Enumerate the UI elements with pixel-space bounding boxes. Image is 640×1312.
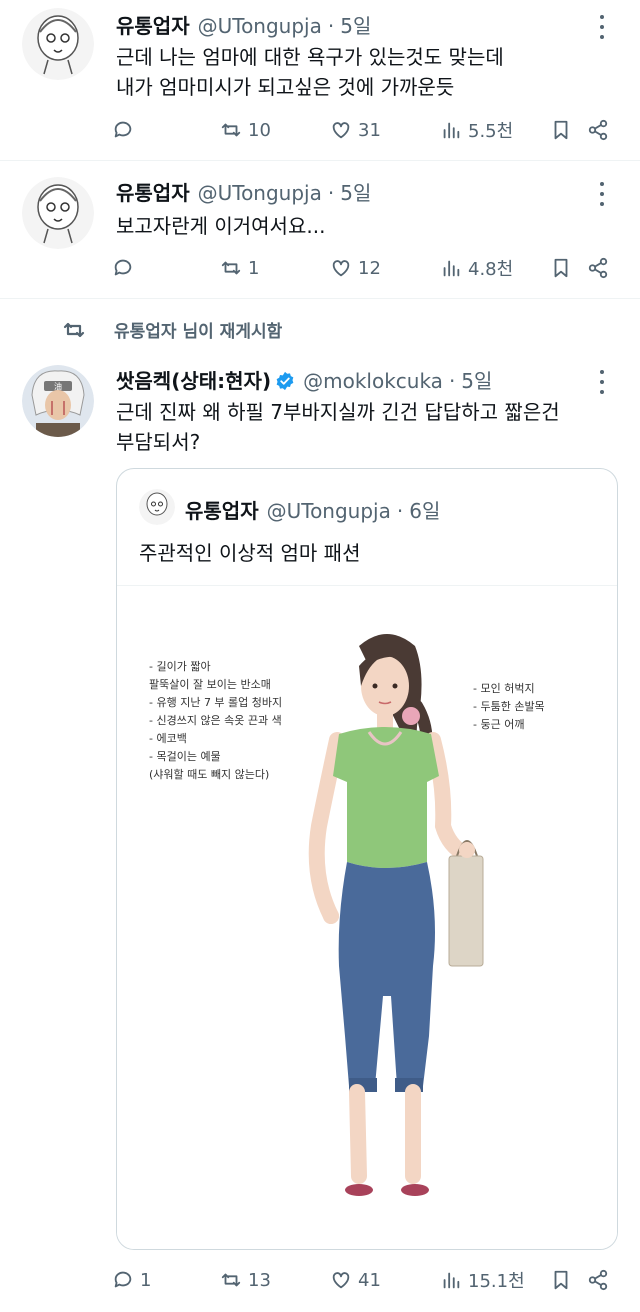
views-icon bbox=[443, 260, 460, 277]
avatar[interactable] bbox=[22, 177, 94, 249]
user-handle[interactable]: @moklokcuka bbox=[303, 369, 443, 393]
note-left-5: - 목걸이는 예물 bbox=[149, 750, 221, 763]
like-icon bbox=[332, 1272, 350, 1289]
quoted-timestamp[interactable]: 6일 bbox=[409, 495, 440, 524]
note-left-3: - 신경쓰지 않은 속옷 끈과 색 bbox=[149, 714, 282, 727]
separator-dot: · bbox=[396, 499, 404, 523]
note-left-1: 팔뚝살이 잘 보이는 반소매 bbox=[149, 678, 271, 691]
fashion-illustration bbox=[308, 634, 484, 1196]
note-left-2: - 유행 지난 7 부 롤업 청바지 bbox=[149, 696, 283, 709]
retweet-button[interactable]: 10 bbox=[220, 115, 271, 145]
quoted-display-name[interactable]: 유통업자 bbox=[185, 495, 259, 524]
reply-icon bbox=[114, 121, 132, 138]
bookmark-icon bbox=[554, 120, 568, 140]
retweet-icon bbox=[221, 123, 241, 137]
bookmark-icon bbox=[554, 258, 568, 278]
views-icon bbox=[443, 122, 460, 139]
timestamp[interactable]: 5일 bbox=[461, 365, 492, 394]
like-count: 41 bbox=[358, 1269, 381, 1291]
retweet-icon bbox=[63, 322, 85, 337]
views-button[interactable]: 15.1천 bbox=[440, 1265, 525, 1295]
retweet-button[interactable]: 13 bbox=[220, 1265, 271, 1295]
retweet-banner[interactable]: 유통업자 님이 재게시함 bbox=[62, 317, 282, 342]
like-count: 31 bbox=[358, 119, 381, 141]
user-handle[interactable]: @UTongupja bbox=[198, 181, 322, 205]
retweet-count: 1 bbox=[248, 257, 260, 279]
separator-dot: · bbox=[448, 369, 456, 393]
quoted-tweet[interactable]: 유통업자 @UTongupja · 6일 주관적인 이상적 엄마 패션 - 길이… bbox=[116, 468, 618, 1250]
share-button[interactable] bbox=[587, 253, 609, 283]
timestamp[interactable]: 5일 bbox=[340, 177, 371, 206]
retweet-icon bbox=[221, 1273, 241, 1287]
avatar[interactable]: 油 bbox=[22, 365, 94, 437]
like-button[interactable]: 31 bbox=[330, 115, 381, 145]
views-button[interactable]: 4.8천 bbox=[440, 253, 513, 283]
display-name[interactable]: 쌋음켁(상태:현자) bbox=[116, 365, 271, 394]
tweet-text: 근데 진짜 왜 하필 7부바지실까 긴건 답답하고 짧은건 부담되서? bbox=[116, 400, 560, 454]
share-button[interactable] bbox=[587, 1265, 609, 1295]
views-icon bbox=[443, 1272, 460, 1289]
reply-icon bbox=[114, 1271, 132, 1288]
like-icon bbox=[332, 122, 350, 139]
tweet-1[interactable]: 유통업자 @UTongupja · 5일 근데 나는 엄마에 대한 욕구가 있는… bbox=[0, 0, 640, 160]
reply-count: 1 bbox=[140, 1269, 152, 1291]
note-left-6: (샤워할 때도 빼지 않는다) bbox=[149, 768, 270, 781]
reply-button[interactable] bbox=[112, 115, 140, 145]
quoted-avatar[interactable] bbox=[139, 489, 175, 525]
divider bbox=[0, 298, 640, 299]
more-icon[interactable] bbox=[590, 367, 614, 397]
views-count: 4.8천 bbox=[468, 259, 514, 280]
display-name[interactable]: 유통업자 bbox=[116, 177, 190, 206]
like-count: 12 bbox=[358, 257, 381, 279]
note-left-4: - 에코백 bbox=[149, 732, 187, 745]
user-handle[interactable]: @UTongupja bbox=[198, 14, 322, 38]
tweet-text: 보고자란게 이거여서요... bbox=[116, 214, 326, 238]
verified-icon bbox=[275, 371, 295, 391]
retweet-icon bbox=[221, 261, 241, 275]
retweet-banner-text: 유통업자 님이 재게시함 bbox=[114, 322, 283, 342]
separator-dot: · bbox=[327, 181, 335, 205]
like-icon bbox=[332, 260, 350, 277]
note-left-0: - 길이가 짧아 bbox=[149, 660, 211, 673]
more-icon[interactable] bbox=[590, 12, 614, 42]
quoted-user-handle[interactable]: @UTongupja bbox=[267, 499, 391, 523]
like-button[interactable]: 41 bbox=[330, 1265, 381, 1295]
more-icon[interactable] bbox=[590, 179, 614, 209]
retweet-count: 13 bbox=[248, 1269, 271, 1291]
quoted-image[interactable]: - 길이가 짧아 팔뚝살이 잘 보이는 반소매 - 유행 지난 7 부 롤업 청… bbox=[117, 585, 617, 1249]
retweet-button[interactable]: 1 bbox=[220, 253, 259, 283]
reply-icon bbox=[114, 259, 132, 276]
display-name[interactable]: 유통업자 bbox=[116, 10, 190, 39]
tweet-text: 근데 나는 엄마에 대한 욕구가 있는것도 맞는데 내가 엄마미시가 되고싶은 … bbox=[116, 45, 504, 99]
share-icon bbox=[588, 1269, 608, 1291]
bookmark-button[interactable] bbox=[550, 115, 572, 145]
separator-dot: · bbox=[327, 14, 335, 38]
views-count: 5.5천 bbox=[468, 121, 514, 142]
like-button[interactable]: 12 bbox=[330, 253, 381, 283]
share-icon bbox=[588, 119, 608, 141]
svg-text:油: 油 bbox=[54, 381, 62, 391]
views-count: 15.1천 bbox=[468, 1271, 525, 1292]
avatar[interactable] bbox=[22, 8, 94, 80]
share-icon bbox=[588, 257, 608, 279]
bookmark-icon bbox=[554, 1270, 568, 1290]
share-button[interactable] bbox=[587, 115, 609, 145]
reply-button[interactable] bbox=[112, 253, 140, 283]
tweet-2[interactable]: 유통업자 @UTongupja · 5일 보고자란게 이거여서요... 1 12… bbox=[0, 161, 640, 298]
quoted-tweet-text: 주관적인 이상적 엄마 패션 bbox=[139, 541, 361, 565]
bookmark-button[interactable] bbox=[550, 1265, 572, 1295]
reply-button[interactable]: 1 bbox=[112, 1265, 151, 1295]
timestamp[interactable]: 5일 bbox=[340, 10, 371, 39]
views-button[interactable]: 5.5천 bbox=[440, 115, 513, 145]
retweet-count: 10 bbox=[248, 119, 271, 141]
bookmark-button[interactable] bbox=[550, 253, 572, 283]
